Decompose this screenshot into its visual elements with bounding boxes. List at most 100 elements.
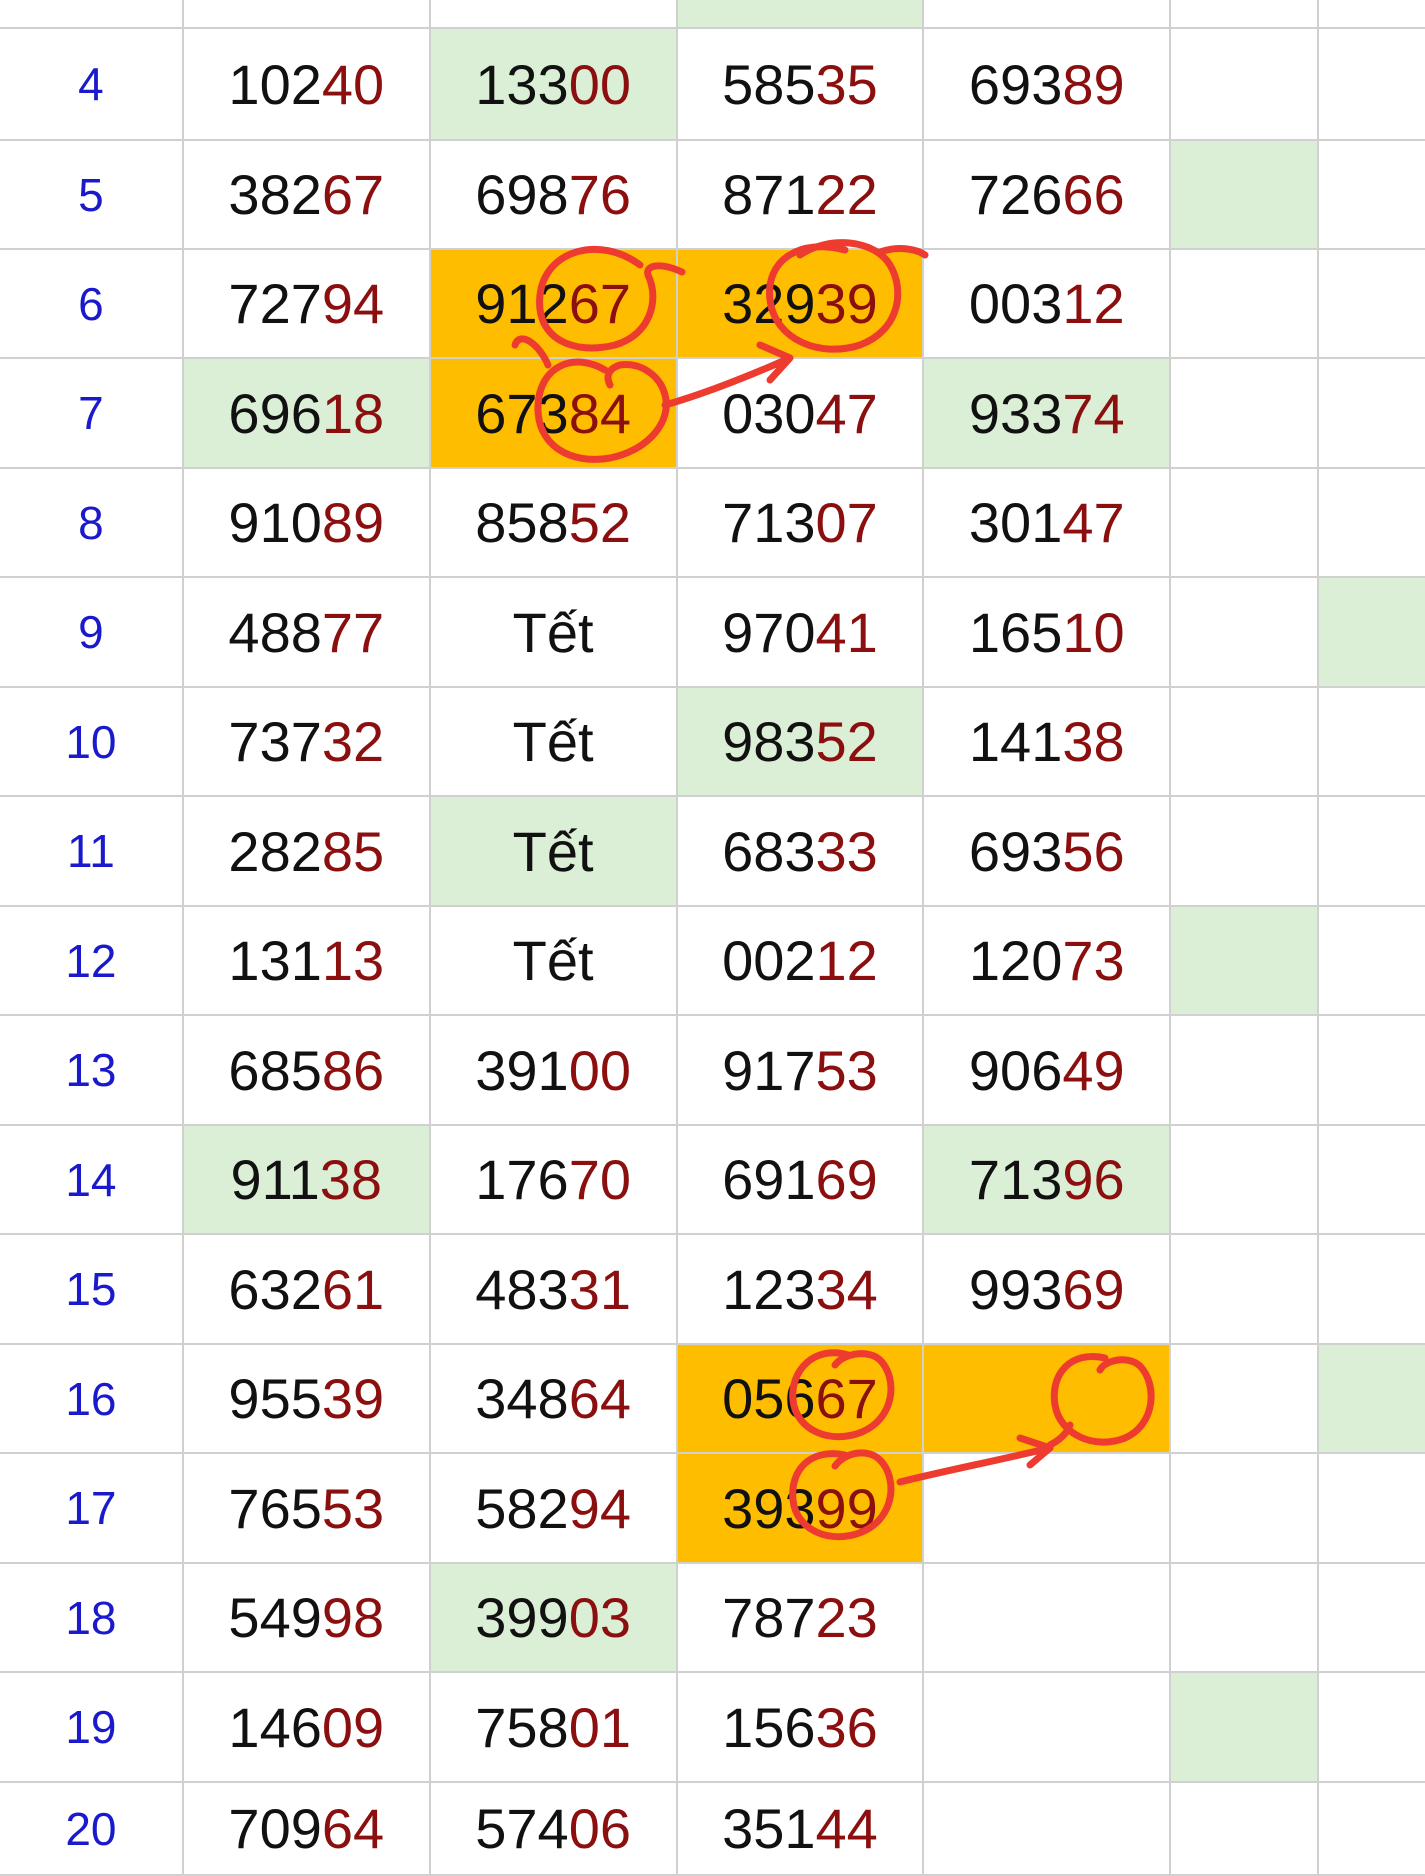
empty-cell[interactable] (1319, 907, 1425, 1016)
result-cell[interactable] (924, 1783, 1172, 1876)
result-cell[interactable]: 002 12 (677, 907, 925, 1016)
result-cell[interactable]: 683 33 (677, 797, 925, 907)
result-cell[interactable]: 131 13 (183, 907, 431, 1016)
result-cell[interactable]: 737 32 (183, 688, 431, 797)
result-cell[interactable]: 156 36 (677, 1673, 925, 1783)
empty-cell[interactable] (1171, 1016, 1320, 1126)
result-cell[interactable]: 329 39 (677, 250, 925, 359)
result-cell[interactable]: 858 52 (430, 469, 678, 578)
row-index[interactable]: 16 (0, 1345, 184, 1454)
result-cell[interactable]: 133 00 (430, 29, 678, 141)
result-cell[interactable] (924, 1564, 1172, 1673)
result-cell[interactable]: 871 22 (677, 141, 925, 250)
result-cell[interactable]: 911 38 (183, 1126, 431, 1235)
empty-cell[interactable] (1171, 29, 1320, 141)
row-index[interactable]: 15 (0, 1235, 184, 1345)
result-cell[interactable]: 582 94 (430, 1454, 678, 1564)
empty-cell[interactable] (1171, 1564, 1320, 1673)
empty-cell[interactable] (1171, 1454, 1320, 1564)
result-cell[interactable]: 549 98 (183, 1564, 431, 1673)
empty-cell[interactable] (1171, 578, 1320, 688)
row-index[interactable]: 4 (0, 29, 184, 141)
result-cell[interactable]: 983 52 (677, 688, 925, 797)
result-cell[interactable]: 123 34 (677, 1235, 925, 1345)
result-cell[interactable]: 632 61 (183, 1235, 431, 1345)
result-cell[interactable]: 393 99 (677, 1454, 925, 1564)
empty-cell[interactable] (1171, 1126, 1320, 1235)
result-cell[interactable]: 685 86 (183, 1016, 431, 1126)
result-cell[interactable]: 758 01 (430, 1673, 678, 1783)
result-cell[interactable]: 483 31 (430, 1235, 678, 1345)
empty-cell[interactable] (1171, 688, 1320, 797)
result-cell[interactable]: 030 47 (677, 359, 925, 469)
empty-cell[interactable] (1319, 1345, 1425, 1454)
empty-cell[interactable] (1319, 1235, 1425, 1345)
result-cell[interactable]: 176 70 (430, 1126, 678, 1235)
result-cell[interactable] (677, 0, 925, 29)
result-cell[interactable] (924, 0, 1172, 29)
result-cell[interactable]: Tết (430, 797, 678, 907)
row-index[interactable]: 5 (0, 141, 184, 250)
empty-cell[interactable] (1171, 1673, 1320, 1783)
empty-cell[interactable] (1171, 250, 1320, 359)
result-cell[interactable]: 912 67 (430, 250, 678, 359)
result-cell[interactable]: 709 64 (183, 1783, 431, 1876)
empty-cell[interactable] (1319, 469, 1425, 578)
result-cell[interactable]: 970 41 (677, 578, 925, 688)
result-cell[interactable]: 698 76 (430, 141, 678, 250)
row-index[interactable]: 6 (0, 250, 184, 359)
result-cell[interactable]: 488 77 (183, 578, 431, 688)
empty-cell[interactable] (1171, 907, 1320, 1016)
result-cell[interactable]: 351 44 (677, 1783, 925, 1876)
result-cell[interactable]: 906 49 (924, 1016, 1172, 1126)
result-cell[interactable]: 399 03 (430, 1564, 678, 1673)
empty-cell[interactable] (1171, 0, 1320, 29)
result-cell[interactable]: 391 00 (430, 1016, 678, 1126)
row-index[interactable]: 7 (0, 359, 184, 469)
result-cell[interactable] (430, 0, 678, 29)
result-cell[interactable]: 765 53 (183, 1454, 431, 1564)
result-cell[interactable]: 056 67 (677, 1345, 925, 1454)
empty-cell[interactable] (1171, 1345, 1320, 1454)
row-index[interactable]: 10 (0, 688, 184, 797)
result-cell[interactable]: 933 74 (924, 359, 1172, 469)
row-index[interactable]: 18 (0, 1564, 184, 1673)
result-cell[interactable] (183, 0, 431, 29)
empty-cell[interactable] (1319, 1016, 1425, 1126)
row-index[interactable] (0, 0, 184, 29)
row-index[interactable]: 20 (0, 1783, 184, 1876)
result-cell[interactable]: 673 84 (430, 359, 678, 469)
result-cell[interactable]: 696 18 (183, 359, 431, 469)
result-cell[interactable]: 713 07 (677, 469, 925, 578)
result-cell[interactable]: 726 66 (924, 141, 1172, 250)
result-cell[interactable]: Tết (430, 688, 678, 797)
result-cell[interactable]: 382 67 (183, 141, 431, 250)
empty-cell[interactable] (1319, 797, 1425, 907)
empty-cell[interactable] (1319, 1126, 1425, 1235)
result-cell[interactable]: Tết (430, 907, 678, 1016)
result-cell[interactable]: 146 09 (183, 1673, 431, 1783)
result-cell[interactable]: 727 94 (183, 250, 431, 359)
row-index[interactable]: 19 (0, 1673, 184, 1783)
result-cell[interactable]: 301 47 (924, 469, 1172, 578)
result-cell[interactable]: 141 38 (924, 688, 1172, 797)
result-cell[interactable]: 165 10 (924, 578, 1172, 688)
empty-cell[interactable] (1171, 1235, 1320, 1345)
result-cell[interactable]: 917 53 (677, 1016, 925, 1126)
empty-cell[interactable] (1171, 1783, 1320, 1876)
row-index[interactable]: 14 (0, 1126, 184, 1235)
row-index[interactable]: 12 (0, 907, 184, 1016)
result-cell[interactable]: 910 89 (183, 469, 431, 578)
result-cell[interactable]: 282 85 (183, 797, 431, 907)
result-cell[interactable] (924, 1673, 1172, 1783)
row-index[interactable]: 13 (0, 1016, 184, 1126)
result-cell[interactable] (924, 1454, 1172, 1564)
empty-cell[interactable] (1319, 688, 1425, 797)
row-index[interactable]: 11 (0, 797, 184, 907)
empty-cell[interactable] (1319, 29, 1425, 141)
empty-cell[interactable] (1319, 141, 1425, 250)
empty-cell[interactable] (1319, 1673, 1425, 1783)
empty-cell[interactable] (1319, 359, 1425, 469)
result-cell[interactable]: 693 89 (924, 29, 1172, 141)
empty-cell[interactable] (1319, 250, 1425, 359)
